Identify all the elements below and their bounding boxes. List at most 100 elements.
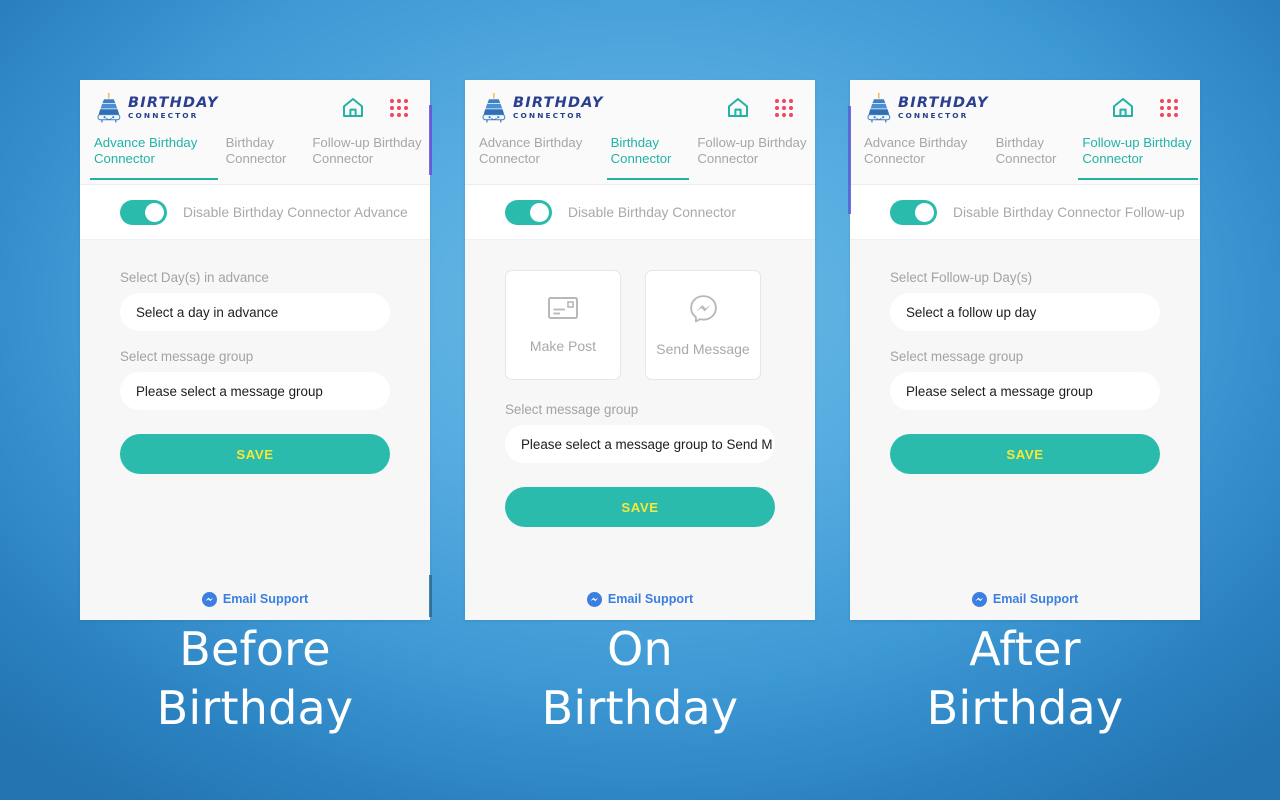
disable-toggle-row: Disable Birthday Connector Follow-up bbox=[850, 185, 1200, 240]
brand-wordmark: BIRTHDAY CONNECTOR bbox=[513, 96, 604, 120]
panel-body: Select Day(s) in advance Select a day in… bbox=[80, 240, 430, 578]
disable-connector-label: Disable Birthday Connector bbox=[568, 204, 736, 220]
brand-logo: BIRTHDAY CONNECTOR bbox=[481, 92, 604, 123]
tab-label: Birthday Connector bbox=[225, 135, 287, 166]
tab-advance-birthday-connector[interactable]: Advance Birthday Connector bbox=[858, 135, 990, 184]
messenger-icon bbox=[201, 591, 217, 607]
app-header: BIRTHDAY CONNECTOR bbox=[465, 80, 815, 135]
save-button[interactable]: SAVE bbox=[505, 487, 775, 527]
tab-advance-birthday-connector[interactable]: Advance Birthday Connector bbox=[473, 135, 605, 184]
disable-toggle-row: Disable Birthday Connector bbox=[465, 185, 815, 240]
save-button[interactable]: SAVE bbox=[120, 434, 390, 474]
tab-label: Follow-up Birthday Connector bbox=[1082, 135, 1192, 166]
panel-body: Make Post Send Message Select message gr… bbox=[465, 240, 815, 578]
tab-bar: Advance Birthday Connector Birthday Conn… bbox=[465, 135, 815, 185]
send-message-card[interactable]: Send Message bbox=[645, 270, 761, 380]
grid-apps-icon[interactable] bbox=[1160, 98, 1178, 117]
post-card-icon bbox=[548, 297, 578, 319]
tab-label: Birthday Connector bbox=[995, 135, 1057, 166]
select-message-group[interactable]: Please select a message group bbox=[120, 372, 390, 410]
tab-follow-up-birthday-connector[interactable]: Follow-up Birthday Connector bbox=[691, 135, 815, 184]
caption-after-birthday: After Birthday bbox=[850, 620, 1200, 740]
tab-label: Follow-up Birthday Connector bbox=[312, 135, 422, 166]
messenger-icon bbox=[689, 294, 717, 322]
caption-line-2: Birthday bbox=[156, 681, 354, 735]
brand-subtitle: CONNECTOR bbox=[898, 111, 969, 121]
select-message-group[interactable]: Please select a message group to Send M bbox=[505, 425, 775, 463]
disable-connector-toggle[interactable] bbox=[890, 199, 937, 225]
select-day-in-advance[interactable]: Select a day in advance bbox=[120, 293, 390, 331]
disable-connector-toggle[interactable] bbox=[120, 199, 167, 225]
tab-birthday-connector[interactable]: Birthday Connector bbox=[220, 135, 307, 184]
app-panel-advance: BIRTHDAY CONNECTOR Advance Birthday Conn… bbox=[80, 80, 432, 620]
brand-logo: BIRTHDAY CONNECTOR bbox=[866, 92, 989, 123]
caption-line-1: Before bbox=[179, 622, 331, 676]
email-support-link[interactable]: Email Support bbox=[993, 592, 1078, 606]
grid-apps-icon[interactable] bbox=[775, 98, 793, 117]
app-header: BIRTHDAY CONNECTOR bbox=[80, 80, 430, 135]
tab-advance-birthday-connector[interactable]: Advance Birthday Connector bbox=[88, 135, 220, 184]
select-message-group[interactable]: Please select a message group bbox=[890, 372, 1160, 410]
tab-label: Birthday Connector bbox=[610, 135, 672, 166]
birthday-cake-icon bbox=[97, 92, 121, 122]
tab-bar: Advance Birthday Connector Birthday Conn… bbox=[80, 135, 430, 185]
field-label-follow-up-day: Select Follow-up Day(s) bbox=[890, 270, 1033, 285]
panel-footer: Email Support bbox=[80, 578, 430, 620]
app-panel-follow-up: BIRTHDAY CONNECTOR Advance Birthday Conn… bbox=[848, 80, 1200, 620]
email-support-link[interactable]: Email Support bbox=[223, 592, 308, 606]
save-button[interactable]: SAVE bbox=[890, 434, 1160, 474]
tab-label: Advance Birthday Connector bbox=[94, 135, 198, 166]
caption-line-1: On bbox=[607, 622, 673, 676]
home-icon[interactable] bbox=[1112, 97, 1134, 118]
email-support-link[interactable]: Email Support bbox=[608, 592, 693, 606]
field-label-message-group: Select message group bbox=[890, 349, 1024, 364]
disable-toggle-row: Disable Birthday Connector Advance bbox=[80, 185, 430, 240]
caption-on-birthday: On Birthday bbox=[465, 620, 815, 740]
brand-title: BIRTHDAY bbox=[128, 94, 219, 111]
brand-wordmark: BIRTHDAY CONNECTOR bbox=[898, 96, 989, 120]
brand-wordmark: BIRTHDAY CONNECTOR bbox=[128, 96, 219, 120]
panel-footer: Email Support bbox=[465, 578, 815, 620]
app-panel-birthday: BIRTHDAY CONNECTOR Advance Birthday Conn… bbox=[465, 80, 815, 620]
disable-connector-label: Disable Birthday Connector Advance bbox=[183, 204, 408, 220]
messenger-icon bbox=[586, 591, 602, 607]
field-label-message-group: Select message group bbox=[120, 349, 254, 364]
messenger-icon bbox=[971, 591, 987, 607]
disable-connector-label: Disable Birthday Connector Follow-up bbox=[953, 204, 1185, 220]
select-follow-up-day[interactable]: Select a follow up day bbox=[890, 293, 1160, 331]
action-card-grid: Make Post Send Message bbox=[505, 270, 775, 380]
make-post-card[interactable]: Make Post bbox=[505, 270, 621, 380]
brand-subtitle: CONNECTOR bbox=[513, 111, 584, 121]
caption-line-1: After bbox=[969, 622, 1081, 676]
field-label-day-in-advance: Select Day(s) in advance bbox=[120, 270, 269, 285]
grid-apps-icon[interactable] bbox=[390, 98, 408, 117]
brand-title: BIRTHDAY bbox=[898, 94, 989, 111]
tab-label: Follow-up Birthday Connector bbox=[697, 135, 807, 166]
panel-row: BIRTHDAY CONNECTOR Advance Birthday Conn… bbox=[80, 80, 1200, 620]
caption-before-birthday: Before Birthday bbox=[80, 620, 430, 740]
tab-birthday-connector[interactable]: Birthday Connector bbox=[605, 135, 692, 184]
panel-body: Select Follow-up Day(s) Select a follow … bbox=[850, 240, 1200, 578]
brand-logo: BIRTHDAY CONNECTOR bbox=[96, 92, 219, 123]
tab-bar: Advance Birthday Connector Birthday Conn… bbox=[850, 135, 1200, 185]
caption-row: Before Birthday On Birthday After Birthd… bbox=[80, 620, 1200, 740]
tab-follow-up-birthday-connector[interactable]: Follow-up Birthday Connector bbox=[306, 135, 430, 184]
tab-follow-up-birthday-connector[interactable]: Follow-up Birthday Connector bbox=[1076, 135, 1200, 184]
tab-birthday-connector[interactable]: Birthday Connector bbox=[990, 135, 1077, 184]
panel-footer: Email Support bbox=[850, 578, 1200, 620]
panel-edge-accent-lower bbox=[429, 575, 432, 617]
action-label: Make Post bbox=[529, 338, 597, 354]
birthday-cake-icon bbox=[867, 92, 891, 122]
home-icon[interactable] bbox=[342, 97, 364, 118]
tab-label: Advance Birthday Connector bbox=[479, 135, 583, 166]
app-header: BIRTHDAY CONNECTOR bbox=[850, 80, 1200, 135]
disable-connector-toggle[interactable] bbox=[505, 199, 552, 225]
brand-title: BIRTHDAY bbox=[513, 94, 604, 111]
birthday-cake-icon bbox=[482, 92, 506, 122]
brand-subtitle: CONNECTOR bbox=[128, 111, 199, 121]
home-icon[interactable] bbox=[727, 97, 749, 118]
caption-line-2: Birthday bbox=[926, 681, 1124, 735]
caption-line-2: Birthday bbox=[541, 681, 739, 735]
tab-label: Advance Birthday Connector bbox=[864, 135, 968, 166]
slide-root: BIRTHDAY CONNECTOR Advance Birthday Conn… bbox=[0, 0, 1280, 800]
